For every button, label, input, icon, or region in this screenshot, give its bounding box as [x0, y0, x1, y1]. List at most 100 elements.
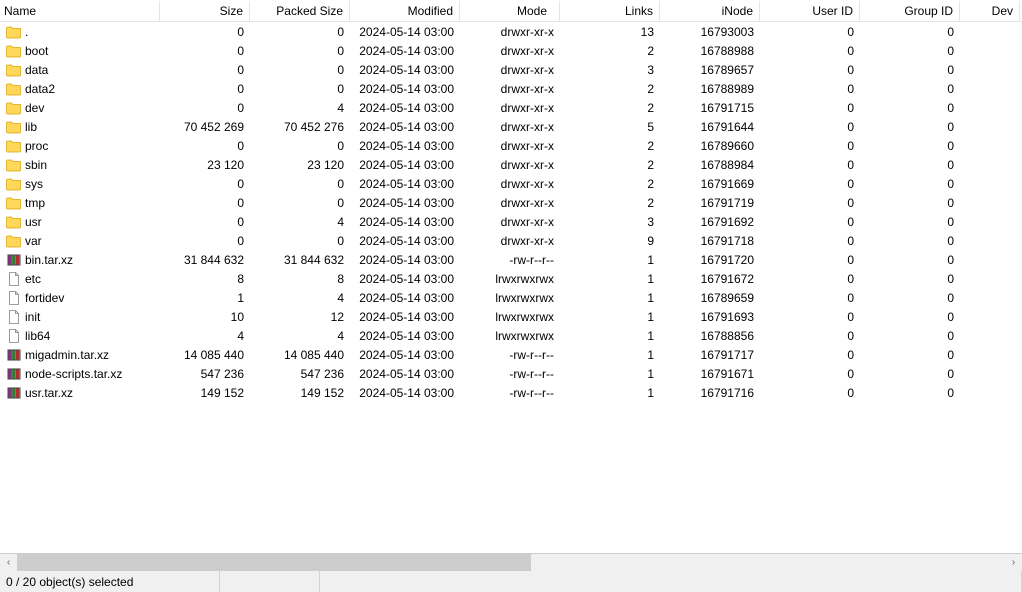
links-cell: 3 — [560, 214, 660, 230]
name-cell[interactable]: usr — [0, 213, 160, 231]
size-cell: 0 — [160, 81, 250, 97]
horizontal-scrollbar[interactable]: ‹ › — [0, 553, 1022, 570]
header-modified[interactable]: Modified — [350, 1, 460, 21]
name-cell[interactable]: boot — [0, 42, 160, 60]
name-cell[interactable]: sbin — [0, 156, 160, 174]
file-name: tmp — [25, 196, 45, 210]
header-name[interactable]: Name — [0, 1, 160, 21]
table-row[interactable]: dev042024-05-14 03:00drwxr-xr-x216791715… — [0, 98, 1022, 117]
folder-icon — [6, 119, 22, 135]
table-row[interactable]: fortidev142024-05-14 03:00lrwxrwxrwx1167… — [0, 288, 1022, 307]
name-cell[interactable]: lib64 — [0, 327, 160, 345]
modified-cell: 2024-05-14 03:00 — [350, 157, 460, 173]
name-cell[interactable]: dev — [0, 99, 160, 117]
links-cell: 1 — [560, 347, 660, 363]
table-row[interactable]: var002024-05-14 03:00drwxr-xr-x916791718… — [0, 231, 1022, 250]
header-mode[interactable]: Mode — [460, 1, 560, 21]
file-name: . — [25, 25, 28, 39]
table-row[interactable]: migadmin.tar.xz14 085 44014 085 4402024-… — [0, 345, 1022, 364]
links-cell: 2 — [560, 81, 660, 97]
mode-cell: drwxr-xr-x — [460, 157, 560, 173]
userid-cell: 0 — [760, 385, 860, 401]
name-cell[interactable]: lib — [0, 118, 160, 136]
packed-cell: 14 085 440 — [250, 347, 350, 363]
table-row[interactable]: data2002024-05-14 03:00drwxr-xr-x2167889… — [0, 79, 1022, 98]
table-row[interactable]: lib64442024-05-14 03:00lrwxrwxrwx1167888… — [0, 326, 1022, 345]
groupid-cell: 0 — [860, 385, 960, 401]
packed-cell: 4 — [250, 290, 350, 306]
links-cell: 1 — [560, 271, 660, 287]
table-row[interactable]: boot002024-05-14 03:00drwxr-xr-x21678898… — [0, 41, 1022, 60]
table-row[interactable]: usr042024-05-14 03:00drwxr-xr-x316791692… — [0, 212, 1022, 231]
links-cell: 1 — [560, 385, 660, 401]
scroll-right-button[interactable]: › — [1005, 554, 1022, 571]
table-row[interactable]: usr.tar.xz149 152149 1522024-05-14 03:00… — [0, 383, 1022, 402]
modified-cell: 2024-05-14 03:00 — [350, 176, 460, 192]
modified-cell: 2024-05-14 03:00 — [350, 138, 460, 154]
userid-cell: 0 — [760, 347, 860, 363]
name-cell[interactable]: tmp — [0, 194, 160, 212]
modified-cell: 2024-05-14 03:00 — [350, 290, 460, 306]
table-row[interactable]: init10122024-05-14 03:00lrwxrwxrwx116791… — [0, 307, 1022, 326]
name-cell[interactable]: fortidev — [0, 289, 160, 307]
groupid-cell: 0 — [860, 214, 960, 230]
table-row[interactable]: sbin23 12023 1202024-05-14 03:00drwxr-xr… — [0, 155, 1022, 174]
userid-cell: 0 — [760, 233, 860, 249]
groupid-cell: 0 — [860, 157, 960, 173]
name-cell[interactable]: sys — [0, 175, 160, 193]
scroll-thumb[interactable] — [17, 554, 531, 571]
groupid-cell: 0 — [860, 252, 960, 268]
folder-icon — [6, 100, 22, 116]
mode-cell: -rw-r--r-- — [460, 252, 560, 268]
file-name: dev — [25, 101, 44, 115]
name-cell[interactable]: usr.tar.xz — [0, 384, 160, 402]
header-groupid[interactable]: Group ID — [860, 1, 960, 21]
userid-cell: 0 — [760, 271, 860, 287]
modified-cell: 2024-05-14 03:00 — [350, 62, 460, 78]
name-cell[interactable]: etc — [0, 270, 160, 288]
name-cell[interactable]: migadmin.tar.xz — [0, 346, 160, 364]
header-inode[interactable]: iNode — [660, 1, 760, 21]
modified-cell: 2024-05-14 03:00 — [350, 100, 460, 116]
table-row[interactable]: proc002024-05-14 03:00drwxr-xr-x21678966… — [0, 136, 1022, 155]
table-row[interactable]: tmp002024-05-14 03:00drwxr-xr-x216791719… — [0, 193, 1022, 212]
links-cell: 13 — [560, 24, 660, 40]
mode-cell: -rw-r--r-- — [460, 347, 560, 363]
inode-cell: 16788988 — [660, 43, 760, 59]
file-name: migadmin.tar.xz — [25, 348, 109, 362]
header-packed-size[interactable]: Packed Size — [250, 1, 350, 21]
table-row[interactable]: data002024-05-14 03:00drwxr-xr-x31678965… — [0, 60, 1022, 79]
name-cell[interactable]: bin.tar.xz — [0, 251, 160, 269]
header-userid[interactable]: User ID — [760, 1, 860, 21]
table-row[interactable]: bin.tar.xz31 844 63231 844 6322024-05-14… — [0, 250, 1022, 269]
folder-icon — [6, 43, 22, 59]
header-size[interactable]: Size — [160, 1, 250, 21]
folder-icon — [6, 62, 22, 78]
table-row[interactable]: etc882024-05-14 03:00lrwxrwxrwx116791672… — [0, 269, 1022, 288]
name-cell[interactable]: data2 — [0, 80, 160, 98]
table-row[interactable]: sys002024-05-14 03:00drwxr-xr-x216791669… — [0, 174, 1022, 193]
name-cell[interactable]: node-scripts.tar.xz — [0, 365, 160, 383]
userid-cell: 0 — [760, 309, 860, 325]
name-cell[interactable]: proc — [0, 137, 160, 155]
table-row[interactable]: .002024-05-14 03:00drwxr-xr-x13167930030… — [0, 22, 1022, 41]
scroll-left-button[interactable]: ‹ — [0, 554, 17, 571]
name-cell[interactable]: init — [0, 308, 160, 326]
table-row[interactable]: lib70 452 26970 452 2762024-05-14 03:00d… — [0, 117, 1022, 136]
scroll-track[interactable] — [17, 554, 1005, 571]
table-row[interactable]: node-scripts.tar.xz547 236547 2362024-05… — [0, 364, 1022, 383]
size-cell: 23 120 — [160, 157, 250, 173]
name-cell[interactable]: data — [0, 61, 160, 79]
folder-icon — [6, 157, 22, 173]
status-extra-2 — [320, 571, 1022, 592]
groupid-cell: 0 — [860, 328, 960, 344]
header-dev[interactable]: Dev — [960, 1, 1020, 21]
userid-cell: 0 — [760, 157, 860, 173]
header-links[interactable]: Links — [560, 1, 660, 21]
name-cell[interactable]: . — [0, 23, 160, 41]
file-list[interactable]: .002024-05-14 03:00drwxr-xr-x13167930030… — [0, 22, 1022, 553]
name-cell[interactable]: var — [0, 232, 160, 250]
inode-cell: 16791719 — [660, 195, 760, 211]
modified-cell: 2024-05-14 03:00 — [350, 43, 460, 59]
groupid-cell: 0 — [860, 43, 960, 59]
